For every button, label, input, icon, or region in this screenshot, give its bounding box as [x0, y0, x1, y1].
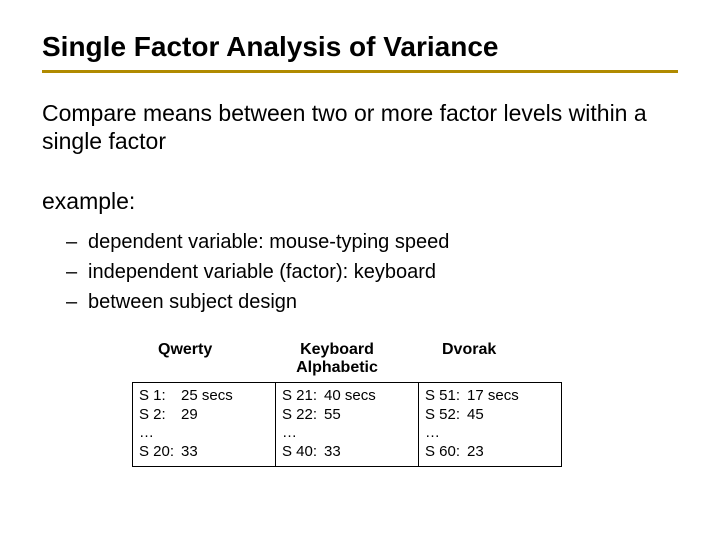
table-cell: …: [425, 424, 555, 443]
bullet-text: dependent variable: mouse-typing speed: [88, 227, 449, 257]
bullet-item: – dependent variable: mouse-typing speed: [66, 227, 678, 257]
value: 45: [467, 406, 555, 425]
subject-id: S 1:: [139, 387, 181, 406]
table-cell: S 52:45: [425, 406, 555, 425]
bullet-dash: –: [66, 287, 88, 317]
col-header-dvorak: Dvorak: [412, 341, 542, 378]
value: 25 secs: [181, 387, 269, 406]
example-label: example:: [42, 188, 678, 215]
value: 55: [324, 406, 412, 425]
table-col-dvorak: S 51:17 secs S 52:45 … S 60:23: [418, 383, 561, 466]
subject-id: S 2:: [139, 406, 181, 425]
value: [467, 424, 555, 443]
col-header-alphabetic: Keyboard Alphabetic: [262, 341, 412, 378]
subject-id: …: [139, 424, 181, 443]
subject-id: S 52:: [425, 406, 467, 425]
table-cell: S 1:25 secs: [139, 387, 269, 406]
value: 17 secs: [467, 387, 555, 406]
bullet-item: – independent variable (factor): keyboar…: [66, 257, 678, 287]
value: 23: [467, 443, 555, 462]
subject-id: S 22:: [282, 406, 324, 425]
table-cell: S 40:33: [282, 443, 412, 462]
table-cell: S 20:33: [139, 443, 269, 462]
col-header-qwerty: Qwerty: [132, 341, 262, 378]
value: 33: [324, 443, 412, 462]
table-cell: S 60:23: [425, 443, 555, 462]
table-cell: …: [139, 424, 269, 443]
data-table: Qwerty Keyboard Alphabetic Dvorak S 1:25…: [132, 341, 562, 467]
table-cell: S 2:29: [139, 406, 269, 425]
subject-id: …: [425, 424, 467, 443]
table-cell: S 51:17 secs: [425, 387, 555, 406]
table-body: S 1:25 secs S 2:29 … S 20:33 S 21:40 sec…: [132, 382, 562, 467]
bullet-text: between subject design: [88, 287, 297, 317]
table-col-alphabetic: S 21:40 secs S 22:55 … S 40:33: [275, 383, 418, 466]
slide-title: Single Factor Analysis of Variance: [42, 30, 678, 73]
table-header-row: Qwerty Keyboard Alphabetic Dvorak: [132, 341, 562, 378]
subject-id: S 21:: [282, 387, 324, 406]
table-cell: S 21:40 secs: [282, 387, 412, 406]
bullet-dash: –: [66, 227, 88, 257]
table-cell: S 22:55: [282, 406, 412, 425]
subject-id: S 51:: [425, 387, 467, 406]
table-col-qwerty: S 1:25 secs S 2:29 … S 20:33: [133, 383, 275, 466]
slide: Single Factor Analysis of Variance Compa…: [0, 0, 720, 540]
super-header: Keyboard: [262, 341, 412, 359]
subject-id: S 40:: [282, 443, 324, 462]
bullet-list: – dependent variable: mouse-typing speed…: [66, 227, 678, 317]
subject-id: S 60:: [425, 443, 467, 462]
bullet-item: – between subject design: [66, 287, 678, 317]
body-text: Compare means between two or more factor…: [42, 99, 678, 157]
table-cell: …: [282, 424, 412, 443]
value: [181, 424, 269, 443]
subject-id: S 20:: [139, 443, 181, 462]
col-header-label: Alphabetic: [296, 359, 378, 376]
bullet-text: independent variable (factor): keyboard: [88, 257, 436, 287]
value: 29: [181, 406, 269, 425]
value: 33: [181, 443, 269, 462]
value: [324, 424, 412, 443]
value: 40 secs: [324, 387, 412, 406]
bullet-dash: –: [66, 257, 88, 287]
subject-id: …: [282, 424, 324, 443]
